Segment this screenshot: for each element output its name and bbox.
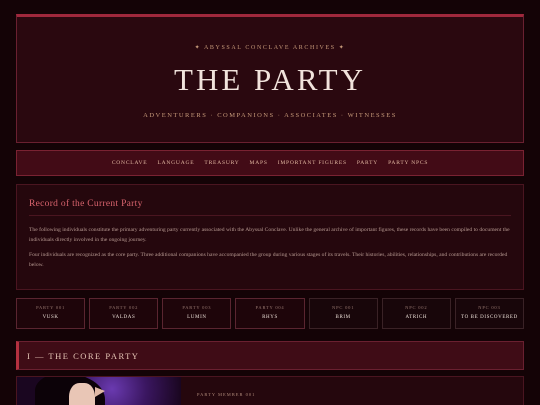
member-card: PARTY MEMBER 001 (16, 376, 524, 405)
main-nav: CONCLAVE LANGUAGE TREASURY MAPS IMPORTAN… (16, 150, 524, 176)
tile-to-be-discovered[interactable]: NPC 003 TO BE DISCOVERED (454, 298, 524, 329)
nav-party[interactable]: PARTY (357, 160, 378, 166)
member-info: PARTY MEMBER 001 (181, 377, 317, 405)
intro-heading: Record of the Current Party (29, 199, 143, 209)
tile-name: VUSK (42, 315, 59, 320)
character-portrait (17, 377, 181, 405)
tile-tag: PARTY 002 (109, 305, 139, 310)
divider (29, 215, 511, 216)
page: ✦ ABYSSAL CONCLAVE ARCHIVES ✦ THE PARTY … (16, 14, 524, 405)
nav-maps[interactable]: MAPS (250, 160, 268, 166)
section-header-core-party: I — THE CORE PARTY (16, 341, 524, 370)
tile-tag: PARTY 001 (36, 305, 66, 310)
tile-rhys[interactable]: PARTY 004 RHYS (235, 298, 305, 329)
tile-vusk[interactable]: PARTY 001 VUSK (16, 298, 86, 329)
tile-name: LUMIN (187, 315, 207, 320)
nav-treasury[interactable]: TREASURY (204, 160, 239, 166)
member-index: PARTY 001 VUSK PARTY 002 VALDAS PARTY 00… (16, 298, 524, 329)
tile-brim[interactable]: NPC 001 BRIM (308, 298, 378, 329)
page-title: THE PARTY (174, 62, 366, 97)
member-label: PARTY MEMBER 001 (197, 392, 256, 397)
tile-name: RHYS (262, 315, 278, 320)
tile-tag: NPC 001 (332, 305, 355, 310)
nav-party-npcs[interactable]: PARTY NPCS (388, 160, 428, 166)
hero-banner: ✦ ABYSSAL CONCLAVE ARCHIVES ✦ THE PARTY … (16, 14, 524, 143)
tile-valdas[interactable]: PARTY 002 VALDAS (89, 298, 159, 329)
nav-language[interactable]: LANGUAGE (157, 160, 194, 166)
section-title: I — THE CORE PARTY (27, 350, 140, 361)
tile-name: TO BE DISCOVERED (461, 315, 518, 320)
intro-paragraph-1: The following individuals constitute the… (29, 227, 510, 243)
tile-atrich[interactable]: NPC 002 ATRICH (381, 298, 451, 329)
tile-tag: NPC 002 (405, 305, 428, 310)
archive-eyebrow: ✦ ABYSSAL CONCLAVE ARCHIVES ✦ (194, 45, 346, 51)
tile-lumin[interactable]: PARTY 003 LUMIN (162, 298, 232, 329)
tile-name: BRIM (335, 315, 351, 320)
tile-tag: PARTY 003 (182, 305, 212, 310)
tile-name: ATRICH (405, 315, 428, 320)
intro-card: Record of the Current Party The followin… (16, 184, 524, 290)
nav-conclave[interactable]: CONCLAVE (112, 160, 148, 166)
nav-important-figures[interactable]: IMPORTANT FIGURES (278, 160, 347, 166)
tile-tag: NPC 003 (478, 305, 501, 310)
page-subtitle: ADVENTURERS · COMPANIONS · ASSOCIATES · … (143, 112, 397, 119)
intro-paragraph-2: Four individuals are recognized as the c… (29, 252, 508, 268)
tile-name: VALDAS (112, 315, 136, 320)
tile-tag: PARTY 004 (255, 305, 285, 310)
